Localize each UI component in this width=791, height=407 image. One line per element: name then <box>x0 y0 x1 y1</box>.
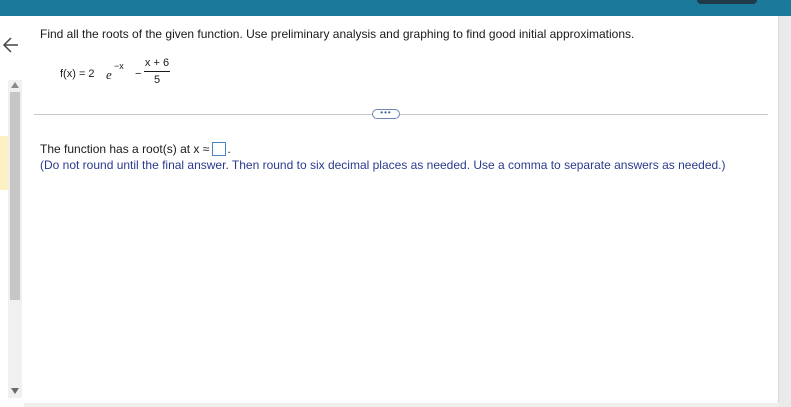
answer-line: The function has a root(s) at x ≈ . <box>40 142 231 156</box>
fraction-bar <box>144 71 170 72</box>
bottom-edge <box>24 403 779 407</box>
question-text: Find all the roots of the given function… <box>40 27 635 41</box>
formula-lhs: f(x) = 2 <box>60 68 95 80</box>
answer-prefix: The function has a root(s) at x ≈ <box>40 142 210 156</box>
formula-exponent: −x <box>114 61 124 71</box>
formula-minus: − <box>135 68 142 80</box>
instruction-text: (Do not round until the final answer. Th… <box>40 158 726 172</box>
scroll-up-icon[interactable] <box>11 82 19 88</box>
formula-fraction: x + 6 5 <box>144 57 170 86</box>
section-divider <box>34 114 768 115</box>
top-bar-button[interactable] <box>697 0 757 4</box>
formula-base: e <box>106 67 112 82</box>
top-bar <box>0 0 791 16</box>
left-highlight <box>0 136 8 190</box>
scrollbar[interactable] <box>8 80 22 398</box>
back-arrow-icon[interactable] <box>2 36 20 54</box>
answer-input[interactable] <box>212 142 227 156</box>
scroll-thumb[interactable] <box>10 92 20 300</box>
answer-suffix: . <box>227 142 231 156</box>
more-button[interactable]: ••• <box>372 109 400 119</box>
fraction-denominator: 5 <box>153 74 161 86</box>
scroll-down-icon[interactable] <box>11 388 19 394</box>
fraction-numerator: x + 6 <box>144 57 170 69</box>
right-panel-edge <box>778 16 791 407</box>
